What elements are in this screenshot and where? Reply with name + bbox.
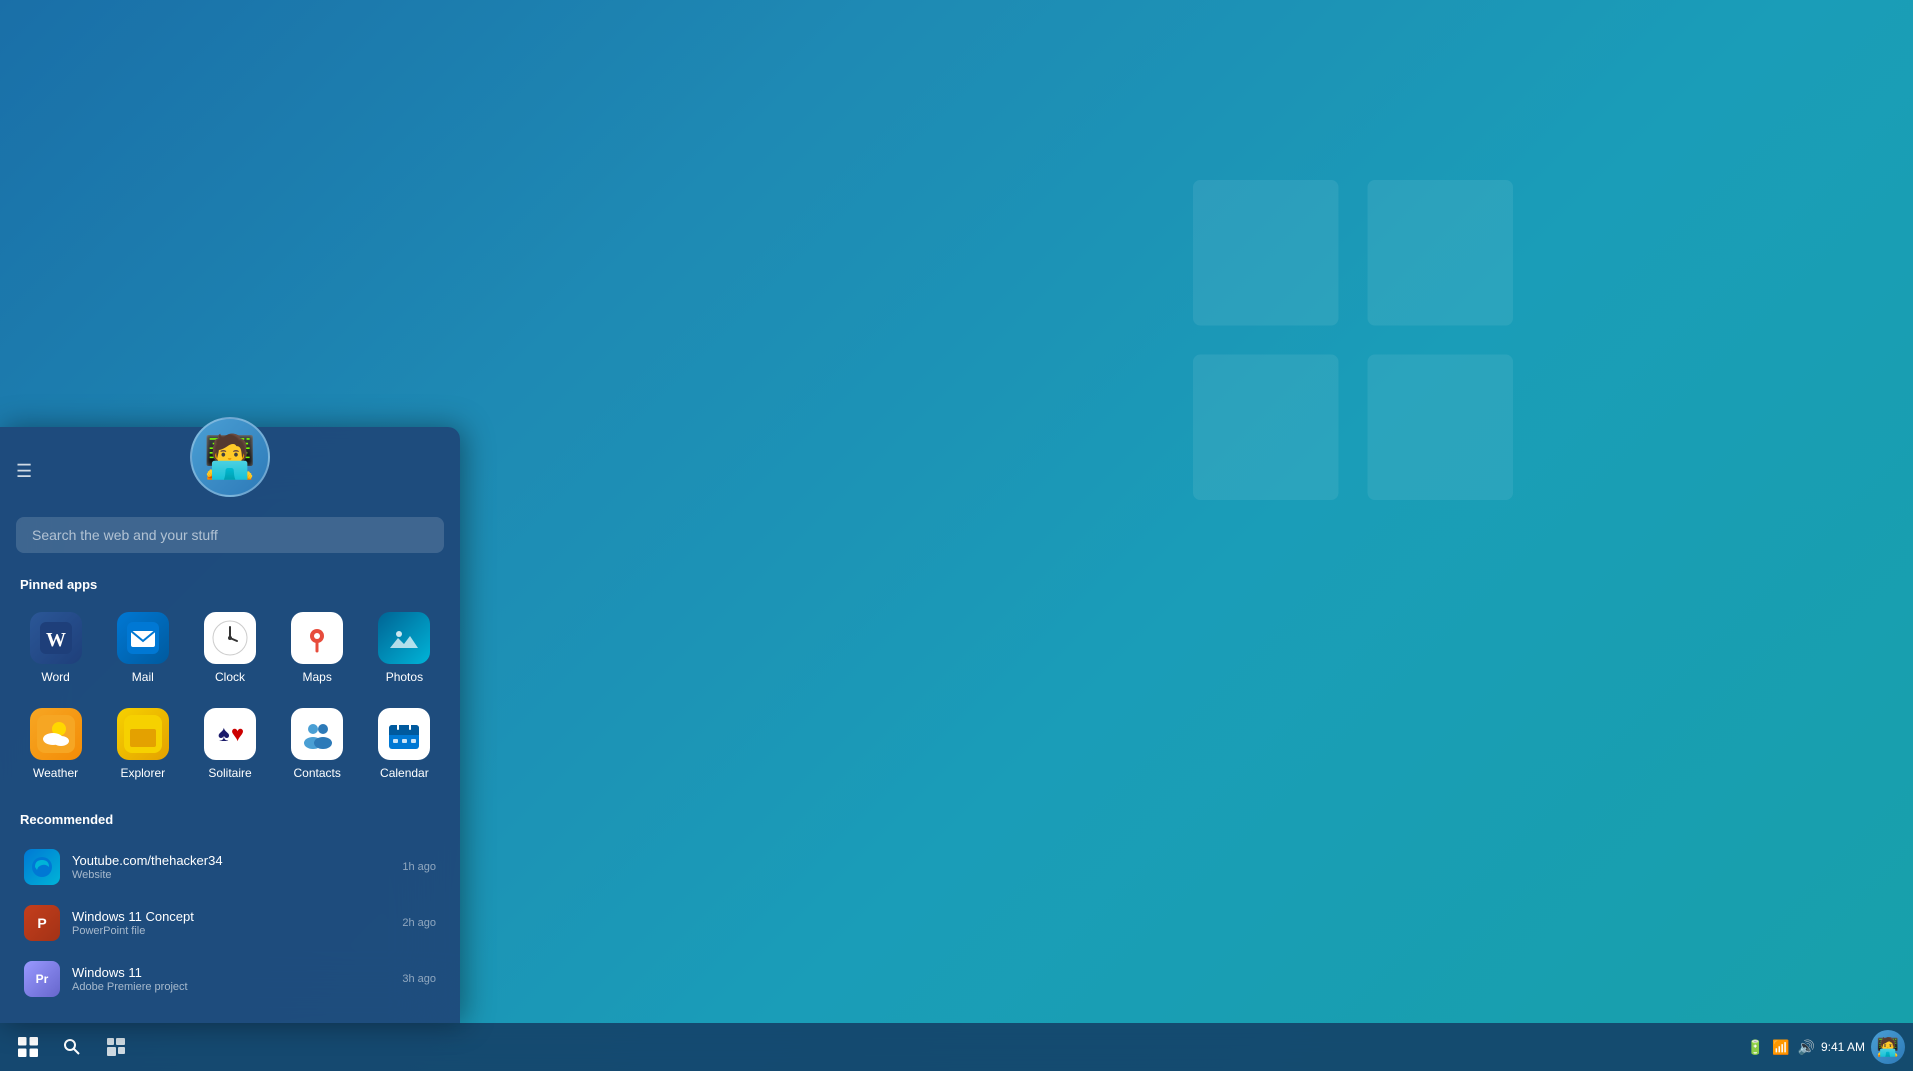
rec-item-win11concept[interactable]: P Windows 11 Concept PowerPoint file 2h … xyxy=(16,895,444,951)
mail-icon xyxy=(117,612,169,664)
solitaire-icon: ♠ ♥ xyxy=(204,708,256,760)
rec-name-win11concept: Windows 11 Concept xyxy=(72,909,390,924)
calendar-label: Calendar xyxy=(380,766,429,780)
clock-label: Clock xyxy=(215,670,245,684)
mail-label: Mail xyxy=(132,670,154,684)
rec-time-win11concept: 2h ago xyxy=(402,917,436,929)
hamburger-button[interactable]: ☰ xyxy=(16,461,32,482)
taskbar-search-button[interactable] xyxy=(52,1027,92,1067)
powerpoint-icon: P xyxy=(24,905,60,941)
taskbar-avatar[interactable]: 🧑‍💻 xyxy=(1871,1030,1905,1064)
rec-type-youtube: Website xyxy=(72,869,390,881)
edge-icon xyxy=(24,849,60,885)
calendar-icon xyxy=(378,708,430,760)
taskbar-system-icons: 🔋 📶 🔊 xyxy=(1747,1039,1815,1056)
contacts-icon xyxy=(291,708,343,760)
app-photos[interactable]: Photos xyxy=(365,604,444,692)
app-calendar[interactable]: Calendar xyxy=(365,700,444,788)
svg-text:♥: ♥ xyxy=(231,721,244,746)
maps-icon xyxy=(291,612,343,664)
rec-name-youtube: Youtube.com/thehacker34 xyxy=(72,853,390,868)
recommended-title: Recommended xyxy=(0,804,460,839)
clock-icon xyxy=(204,612,256,664)
word-label: Word xyxy=(41,670,69,684)
weather-label: Weather xyxy=(33,766,78,780)
rec-type-win11: Adobe Premiere project xyxy=(72,981,390,993)
app-solitaire[interactable]: ♠ ♥ Solitaire xyxy=(190,700,269,788)
user-avatar-area: ☰ 🧑‍💻 xyxy=(0,427,460,537)
rec-info-win11concept: Windows 11 Concept PowerPoint file xyxy=(72,909,390,937)
photos-icon xyxy=(378,612,430,664)
rec-item-youtube[interactable]: Youtube.com/thehacker34 Website 1h ago xyxy=(16,839,444,895)
word-icon: W xyxy=(30,612,82,664)
taskbar-task-view-button[interactable] xyxy=(96,1027,136,1067)
pinned-apps-grid: W Word Mail xyxy=(0,604,460,804)
volume-icon: 🔊 xyxy=(1798,1039,1815,1056)
app-weather[interactable]: Weather xyxy=(16,700,95,788)
rec-time-win11: 3h ago xyxy=(402,973,436,985)
photos-label: Photos xyxy=(386,670,423,684)
taskbar-left xyxy=(8,1027,136,1067)
app-contacts[interactable]: Contacts xyxy=(278,700,357,788)
rec-name-win11: Windows 11 xyxy=(72,965,390,980)
contacts-label: Contacts xyxy=(294,766,341,780)
rec-type-win11concept: PowerPoint file xyxy=(72,925,390,937)
solitaire-label: Solitaire xyxy=(208,766,251,780)
taskbar: 🔋 📶 🔊 9:41 AM 🧑‍💻 xyxy=(0,1023,1913,1071)
rec-time-youtube: 1h ago xyxy=(402,861,436,873)
app-maps[interactable]: Maps xyxy=(278,604,357,692)
premiere-icon: Pr xyxy=(24,961,60,997)
svg-text:W: W xyxy=(46,629,66,651)
start-button[interactable] xyxy=(8,1027,48,1067)
wifi-icon: 📶 xyxy=(1772,1039,1789,1056)
app-mail[interactable]: Mail xyxy=(103,604,182,692)
rec-item-win11[interactable]: Pr Windows 11 Adobe Premiere project 3h … xyxy=(16,951,444,1007)
recommended-list: Youtube.com/thehacker34 Website 1h ago P… xyxy=(0,839,460,1007)
rec-info-youtube: Youtube.com/thehacker34 Website xyxy=(72,853,390,881)
start-menu: ☰ 🧑‍💻 Pinned apps W Word Mail xyxy=(0,427,460,1023)
weather-icon xyxy=(30,708,82,760)
user-avatar-large[interactable]: 🧑‍💻 xyxy=(190,417,270,497)
taskbar-right: 🔋 📶 🔊 9:41 AM 🧑‍💻 xyxy=(1747,1030,1905,1064)
maps-label: Maps xyxy=(303,670,332,684)
app-word[interactable]: W Word xyxy=(16,604,95,692)
explorer-label: Explorer xyxy=(120,766,165,780)
taskbar-clock[interactable]: 9:41 AM xyxy=(1821,1039,1865,1056)
pinned-apps-title: Pinned apps xyxy=(0,569,460,604)
windows-logo xyxy=(1193,180,1513,500)
explorer-icon xyxy=(117,708,169,760)
battery-icon: 🔋 xyxy=(1747,1039,1764,1056)
rec-info-win11: Windows 11 Adobe Premiere project xyxy=(72,965,390,993)
svg-text:♠: ♠ xyxy=(218,721,230,746)
app-explorer[interactable]: Explorer xyxy=(103,700,182,788)
app-clock[interactable]: Clock xyxy=(190,604,269,692)
desktop: ☰ 🧑‍💻 Pinned apps W Word Mail xyxy=(0,0,1913,1071)
